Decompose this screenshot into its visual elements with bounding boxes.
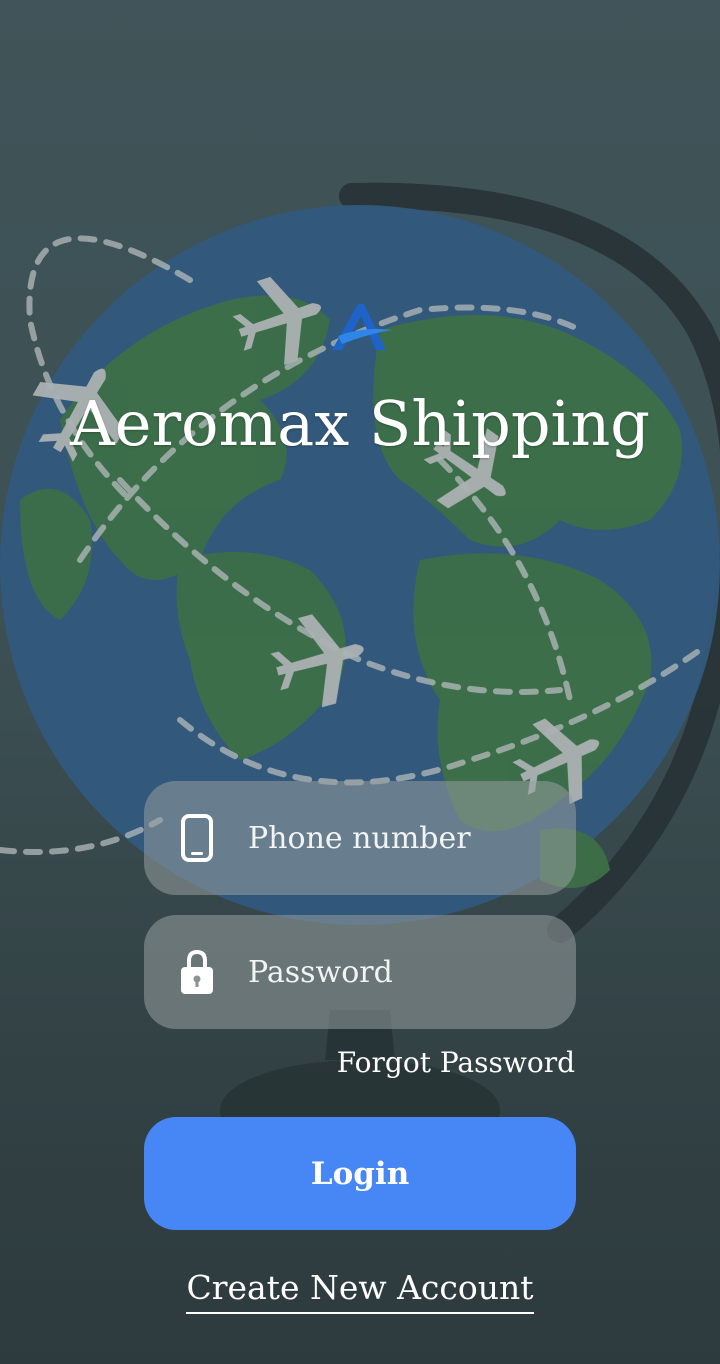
- login-screen: Aeromax Shipping Forgot Password Login C…: [0, 0, 720, 1364]
- phone-icon: [181, 814, 213, 862]
- create-account-link-row: Create New Account: [0, 1266, 720, 1314]
- lock-icon: [181, 949, 213, 994]
- forgot-password-link[interactable]: Forgot Password: [337, 1044, 575, 1082]
- phone-number-input[interactable]: [248, 781, 558, 895]
- password-input[interactable]: [248, 915, 558, 1029]
- password-field: [144, 915, 576, 1029]
- phone-field: [144, 781, 576, 895]
- app-title: Aeromax Shipping: [70, 387, 650, 460]
- login-button[interactable]: Login: [144, 1117, 576, 1230]
- create-new-account-link[interactable]: Create New Account: [186, 1266, 534, 1314]
- aeromax-logo-icon: [332, 304, 392, 350]
